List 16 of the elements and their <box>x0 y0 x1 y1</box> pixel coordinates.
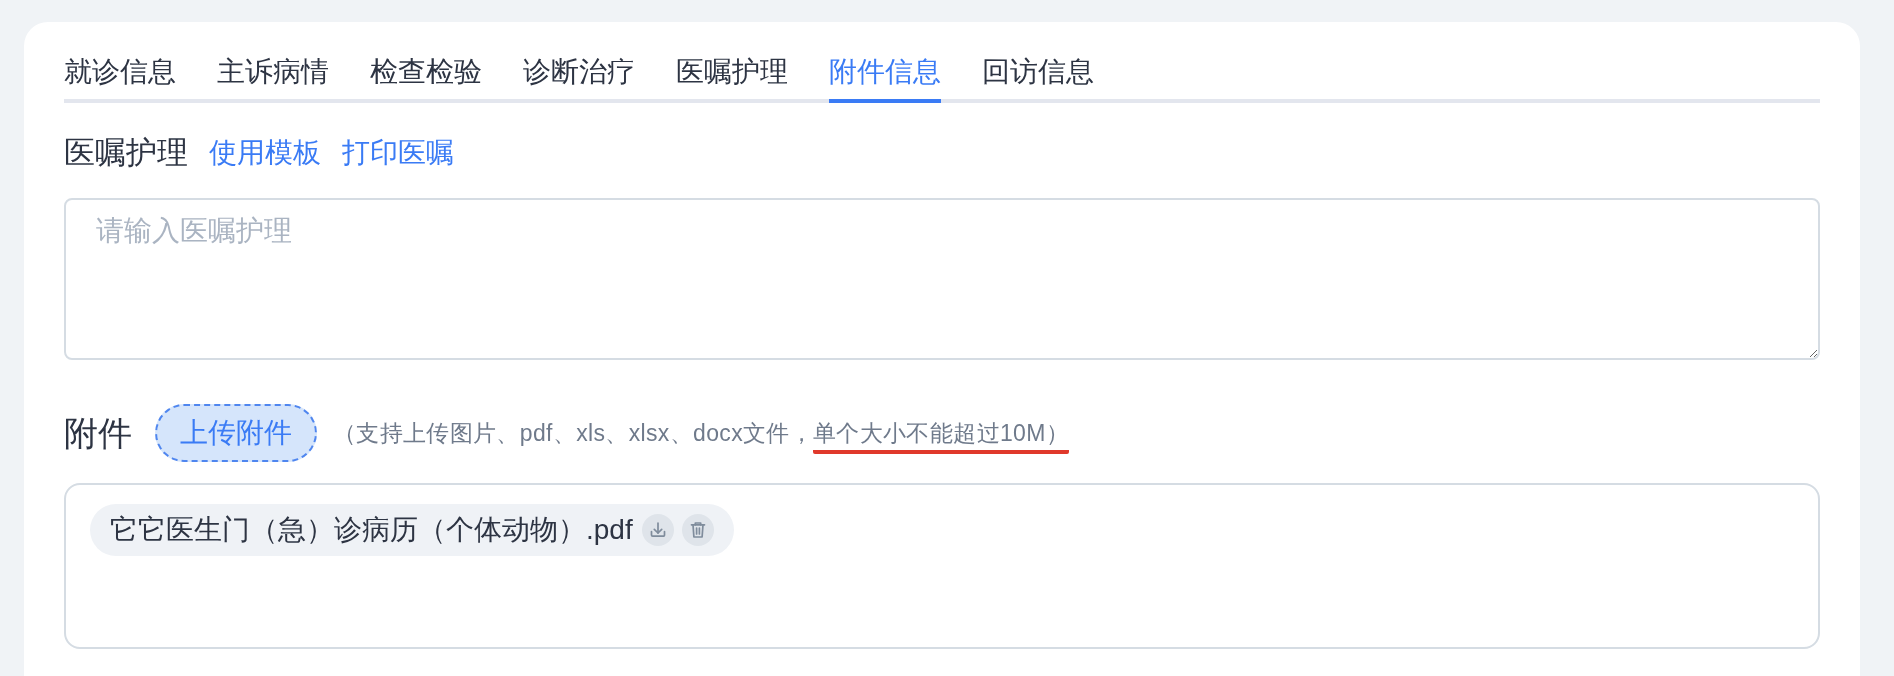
orders-textarea[interactable]: 请输入医嘱护理 <box>64 198 1820 360</box>
tab[interactable]: 诊断治疗 <box>523 55 635 103</box>
tab[interactable]: 回访信息 <box>982 55 1094 103</box>
tab[interactable]: 就诊信息 <box>64 55 176 103</box>
tab[interactable]: 附件信息 <box>829 55 941 103</box>
tab[interactable]: 主诉病情 <box>217 55 329 103</box>
tab[interactable]: 检查检验 <box>370 55 482 103</box>
action-link[interactable]: 使用模板 <box>209 136 321 170</box>
file-name: 它它医生门（急）诊病历（个体动物）.pdf <box>110 513 633 547</box>
attachment-label: 附件 <box>64 413 132 453</box>
download-icon[interactable] <box>641 514 674 546</box>
upload-hint: （支持上传图片、pdf、xls、xlsx、docx文件，单个大小不能超过10M） <box>333 412 1070 454</box>
trash-icon[interactable] <box>681 514 714 546</box>
tab[interactable]: 医嘱护理 <box>676 55 788 103</box>
action-link[interactable]: 打印医嘱 <box>342 136 454 170</box>
section-title: 医嘱护理 <box>64 134 188 172</box>
